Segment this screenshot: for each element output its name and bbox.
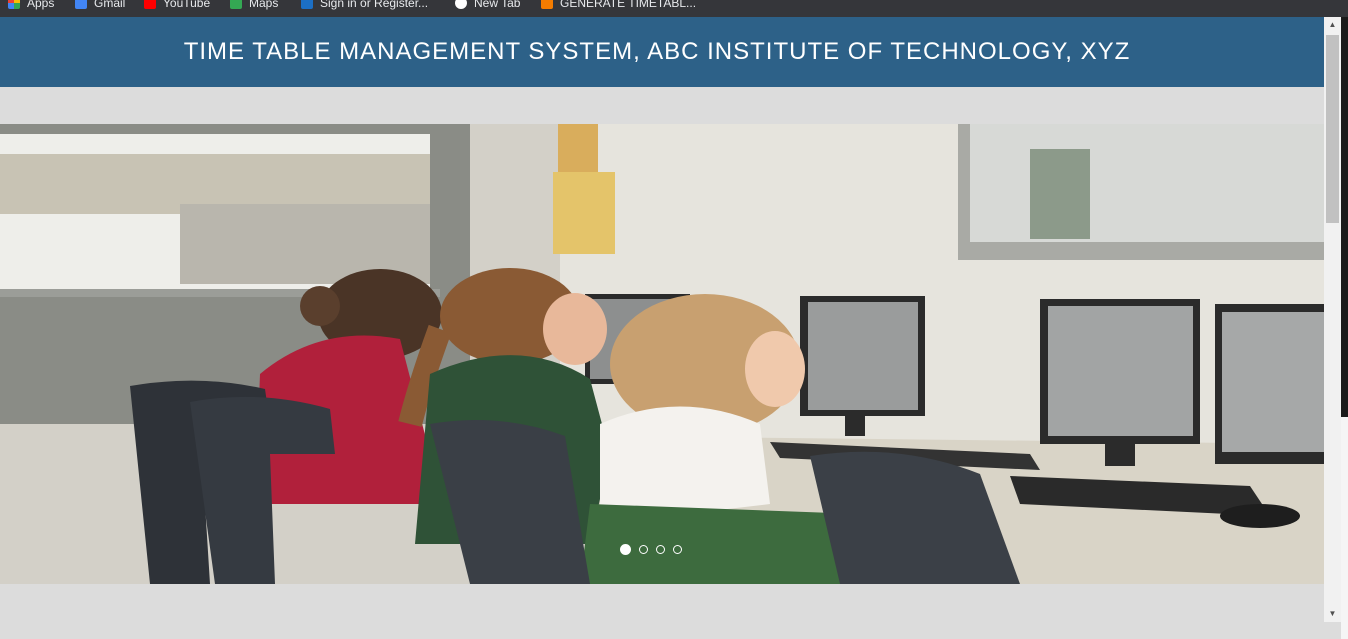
carousel-indicator-3[interactable] [656, 545, 665, 554]
window-edge-light [1341, 417, 1348, 639]
youtube-icon [144, 0, 156, 9]
bookmarks-bar: Apps Gmail YouTube Maps Sign in or Regis… [0, 0, 1348, 17]
scroll-up-arrow-icon[interactable]: ▲ [1324, 17, 1341, 33]
apps-grid-icon [8, 0, 20, 9]
bookmark-apps[interactable]: Apps [8, 0, 54, 12]
gmail-icon [75, 0, 87, 9]
page-header: TIME TABLE MANAGEMENT SYSTEM, ABC INSTIT… [0, 17, 1324, 87]
carousel-indicator-2[interactable] [639, 545, 648, 554]
bookmark-label: Apps [27, 0, 55, 10]
bookmark-label: Sign in or Register... [320, 0, 429, 10]
bookmark-label: YouTube [163, 0, 211, 10]
bookmark-label: New Tab [474, 0, 521, 10]
hero-carousel[interactable] [0, 124, 1324, 584]
scroll-down-arrow-icon[interactable]: ▼ [1324, 606, 1341, 622]
bookmark-youtube[interactable]: YouTube [144, 0, 210, 12]
page-scrollbar[interactable]: ▲ ▼ [1324, 17, 1341, 622]
carousel-indicators [620, 544, 682, 555]
bookmark-label: Maps [249, 0, 279, 10]
scrollbar-thumb[interactable] [1326, 35, 1339, 223]
maps-icon [230, 0, 242, 9]
bookmark-maps[interactable]: Maps [230, 0, 278, 12]
bookmark-new-tab[interactable]: New Tab [455, 0, 520, 12]
bookmark-generate-timetable[interactable]: GENERATE TIMETABL... [541, 0, 696, 12]
site-icon [301, 0, 313, 9]
carousel-indicator-1[interactable] [620, 544, 631, 555]
bookmark-gmail[interactable]: Gmail [75, 0, 125, 12]
page-title: TIME TABLE MANAGEMENT SYSTEM, ABC INSTIT… [183, 38, 1131, 65]
carousel-indicator-4[interactable] [673, 545, 682, 554]
bookmark-label: Gmail [94, 0, 126, 10]
bookmark-label: GENERATE TIMETABL... [560, 0, 697, 10]
window-edge [1341, 17, 1348, 639]
new-tab-icon [455, 0, 467, 9]
bookmark-sign-in[interactable]: Sign in or Register... [301, 0, 428, 12]
carousel-slide-image [0, 124, 1324, 584]
html-icon [541, 0, 553, 9]
